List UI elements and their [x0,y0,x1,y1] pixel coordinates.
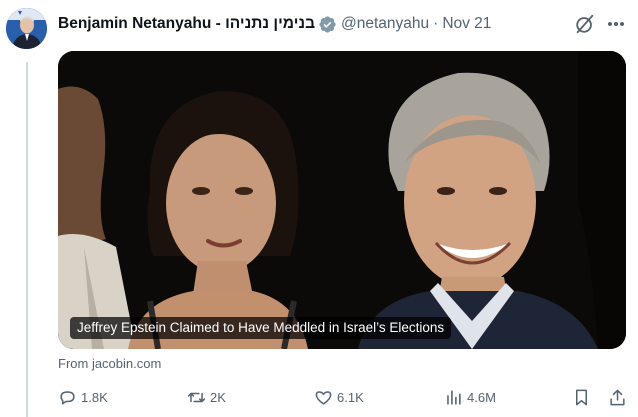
views-button[interactable]: 4.6M [444,386,496,408]
like-icon [315,390,332,405]
share-icon [610,389,625,405]
reply-count: 1.8K [81,389,108,405]
thread-line [26,62,28,417]
like-count: 6.1K [337,389,364,405]
media-caption: Jeffrey Epstein Claimed to Have Meddled … [70,317,452,339]
action-bar: 1.8K 2K 6.1K 4.6M [58,386,630,408]
separator-dot: · [433,15,439,32]
repost-count: 2K [210,389,226,405]
avatar-image [6,8,47,49]
reply-icon [60,390,75,405]
repost-icon [187,392,206,402]
like-button[interactable]: 6.1K [314,386,364,408]
tweet-date[interactable]: Nov 21 [442,15,491,33]
more-icon[interactable] [603,13,629,35]
bookmark-icon [575,389,588,405]
views-count: 4.6M [467,389,496,405]
share-button[interactable] [608,386,631,408]
views-icon [447,389,461,405]
media-photo [58,51,626,349]
avatar[interactable] [6,8,47,49]
link-source[interactable]: From jacobin.com [58,356,161,371]
tweet-media[interactable]: Jeffrey Epstein Claimed to Have Meddled … [58,51,626,349]
tweet-header: Benjamin Netanyahu - בנימין נתניהו @neta… [58,12,491,36]
bookmark-button[interactable] [572,386,595,408]
repost-button[interactable]: 2K [187,386,226,408]
author-handle[interactable]: @netanyahu [341,15,429,33]
reply-button[interactable]: 1.8K [58,386,108,408]
author-name[interactable]: Benjamin Netanyahu - בנימין נתניהו [58,15,315,33]
verified-icon [319,15,336,33]
grok-icon[interactable] [574,13,596,35]
